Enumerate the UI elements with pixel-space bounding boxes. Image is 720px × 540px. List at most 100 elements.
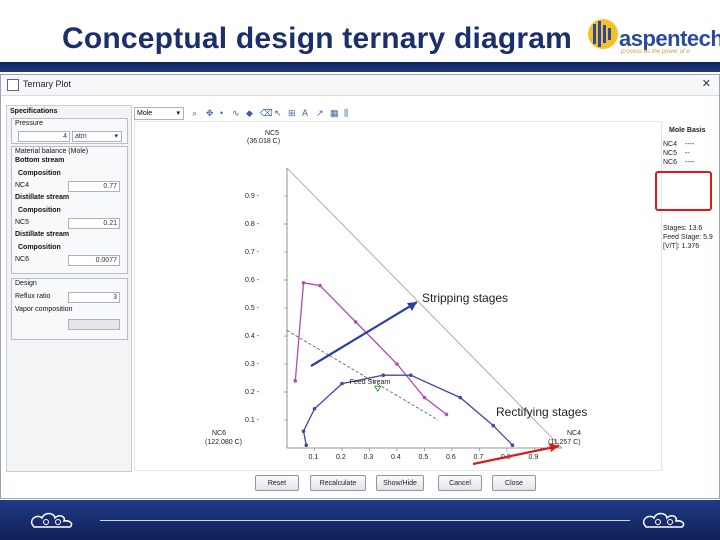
basis-select-value: Mole	[137, 110, 153, 117]
reflux-ratio-label: Reflux ratio	[15, 293, 51, 300]
specifications-panel: Specifications Pressure 4 atm ▾ Material…	[6, 105, 132, 472]
footer-band	[0, 500, 720, 540]
pressure-input[interactable]: 4	[18, 131, 70, 142]
distillate-comp-name: NC5	[15, 219, 30, 226]
distillate2-comp-input[interactable]: 0.0077	[68, 255, 120, 266]
zoom-icon[interactable]: ⌕	[192, 108, 197, 119]
y-tick-label: 0.5 -	[245, 305, 260, 312]
feed-stream-label: Feed Stream	[350, 379, 391, 386]
info-row-value: ----	[685, 159, 695, 166]
distillate-comp-input[interactable]: 0.21	[68, 218, 120, 229]
feed-stream-point	[373, 385, 382, 393]
close-button[interactable]: Close	[492, 475, 536, 491]
bottom-comp-input[interactable]: 0.77	[68, 181, 120, 192]
rectifying-profile-point	[312, 407, 317, 411]
plot-toolbar: Mole ▾ ⌕ ✥ • ∿ ◆ ⌫ ↖ ⊞ A ↗ ▦ ⫼	[134, 107, 434, 121]
header-band	[0, 62, 720, 72]
window-titlebar: Ternary Plot ✕	[1, 75, 719, 96]
point-icon[interactable]: •	[220, 108, 223, 118]
material-balance-label: Material balance (Mole)	[15, 148, 89, 155]
right-vertex-name: NC4	[567, 430, 581, 437]
basis-select[interactable]: Mole ▾	[134, 107, 184, 120]
stripping-profile-point	[293, 379, 298, 383]
vt-label: [V/T]: 1.376	[663, 243, 700, 250]
rectifying-profile-point	[340, 381, 344, 386]
left-vertex-name: NC6	[212, 430, 226, 437]
arrow-icon[interactable]: ↗	[316, 108, 324, 119]
columns-icon[interactable]: ⫼	[344, 108, 348, 119]
pressure-group: Pressure 4 atm ▾	[11, 118, 128, 144]
info-row-name: NC6	[663, 159, 678, 166]
pressure-unit-value: atm	[75, 133, 87, 140]
info-row-name: NC4	[663, 141, 678, 148]
distillate-stream-label: Distillate stream	[15, 194, 70, 201]
window-icon	[7, 79, 19, 91]
y-tick-label: 0.9 -	[245, 193, 260, 200]
reset-button[interactable]: Reset	[255, 475, 299, 491]
rectifying-annotation: Rectifying stages	[496, 405, 587, 419]
reflux-ratio-input[interactable]: 3	[68, 292, 120, 303]
feed-stage-label: Feed Stage: 5.9	[663, 234, 713, 241]
select-icon[interactable]: ↖	[274, 108, 282, 119]
stripping-profile-point	[444, 412, 449, 417]
cloud-ornament-icon	[642, 512, 685, 528]
bottom-composition-label: Composition	[18, 170, 61, 177]
results-highlight-box	[655, 171, 712, 211]
distillate2-stream-label: Distillate stream	[15, 231, 70, 238]
x-tick-label: 0.3	[364, 454, 374, 461]
y-tick-label: 0.6 -	[245, 277, 260, 284]
ternary-plot-area[interactable]: 0.9 - 0.8 - 0.7 - 0.6 - 0.5 - 0.4 - 0.3 - 0.2 -…	[134, 121, 662, 471]
left-vertex-temp: (122.080 C)	[205, 439, 242, 446]
window-close-button[interactable]: ✕	[702, 77, 711, 90]
show-hide-button[interactable]: Show/Hide	[376, 475, 424, 491]
y-tick-label: 0.8 -	[245, 221, 260, 228]
label-icon[interactable]: A	[302, 108, 308, 118]
slide-title: Conceptual design ternary diagram	[62, 22, 573, 55]
table-icon[interactable]: ▦	[330, 108, 339, 119]
info-row-value: --	[685, 150, 690, 157]
stripping-profile-point	[422, 395, 427, 400]
info-panel: Mole Basis NC4 ---- NC5 -- NC6 ---- Stag…	[661, 121, 719, 421]
x-tick-label: 0.4	[391, 454, 401, 461]
stripping-profile-point	[353, 320, 358, 324]
pressure-label: Pressure	[15, 120, 44, 127]
info-row-name: NC5	[663, 150, 678, 157]
distillate2-comp-name: NC6	[15, 256, 30, 263]
curve-icon[interactable]: ∿	[232, 108, 240, 119]
x-tick-label: 0.1	[309, 454, 319, 461]
x-tick-label: 0.7	[474, 454, 484, 461]
mole-basis-title: Mole Basis	[669, 127, 706, 134]
marker-icon[interactable]: ◆	[246, 108, 253, 119]
bottom-comp-name: NC4	[15, 182, 30, 189]
y-tick-label: 0.2 -	[245, 389, 260, 396]
y-tick-label: 0.7 -	[245, 249, 260, 256]
eraser-icon[interactable]: ⌫	[260, 108, 273, 119]
design-label: Design	[15, 280, 37, 287]
x-tick-label: 0.6	[446, 454, 456, 461]
y-tick-label: 0.1 -	[245, 417, 260, 424]
pan-icon[interactable]: ✥	[206, 108, 214, 119]
rectifying-profile-point	[491, 423, 496, 428]
pressure-unit-select[interactable]: atm ▾	[72, 131, 122, 142]
specifications-label: Specifications	[10, 108, 58, 115]
distillate-composition-label: Composition	[18, 207, 61, 214]
recalculate-button[interactable]: Recalculate	[310, 475, 366, 491]
rectifying-arrow	[472, 444, 560, 466]
rectifying-profile-line	[302, 374, 513, 446]
aspentech-logo: aspentech process as the power of e	[585, 10, 720, 58]
logo-tagline: process as the power of e	[621, 49, 690, 55]
rectifying-profile-point	[458, 395, 463, 400]
chevron-down-icon: ▾	[114, 133, 118, 140]
stripping-profile-point	[318, 283, 322, 288]
material-balance-line	[286, 330, 439, 421]
stripping-arrow	[310, 301, 418, 367]
grid-icon[interactable]: ⊞	[288, 108, 296, 119]
y-tick-label: 0.4 -	[245, 333, 260, 340]
window-title: Ternary Plot	[23, 79, 72, 89]
vapor-composition-input[interactable]	[68, 319, 120, 330]
rectifying-profile-point	[510, 443, 515, 448]
ternary-plot-window: Ternary Plot ✕ Specifications Pressure 4…	[0, 74, 720, 499]
x-tick-label: 0.2	[336, 454, 346, 461]
cancel-button[interactable]: Cancel	[438, 475, 482, 491]
cloud-ornament-icon	[30, 512, 73, 528]
